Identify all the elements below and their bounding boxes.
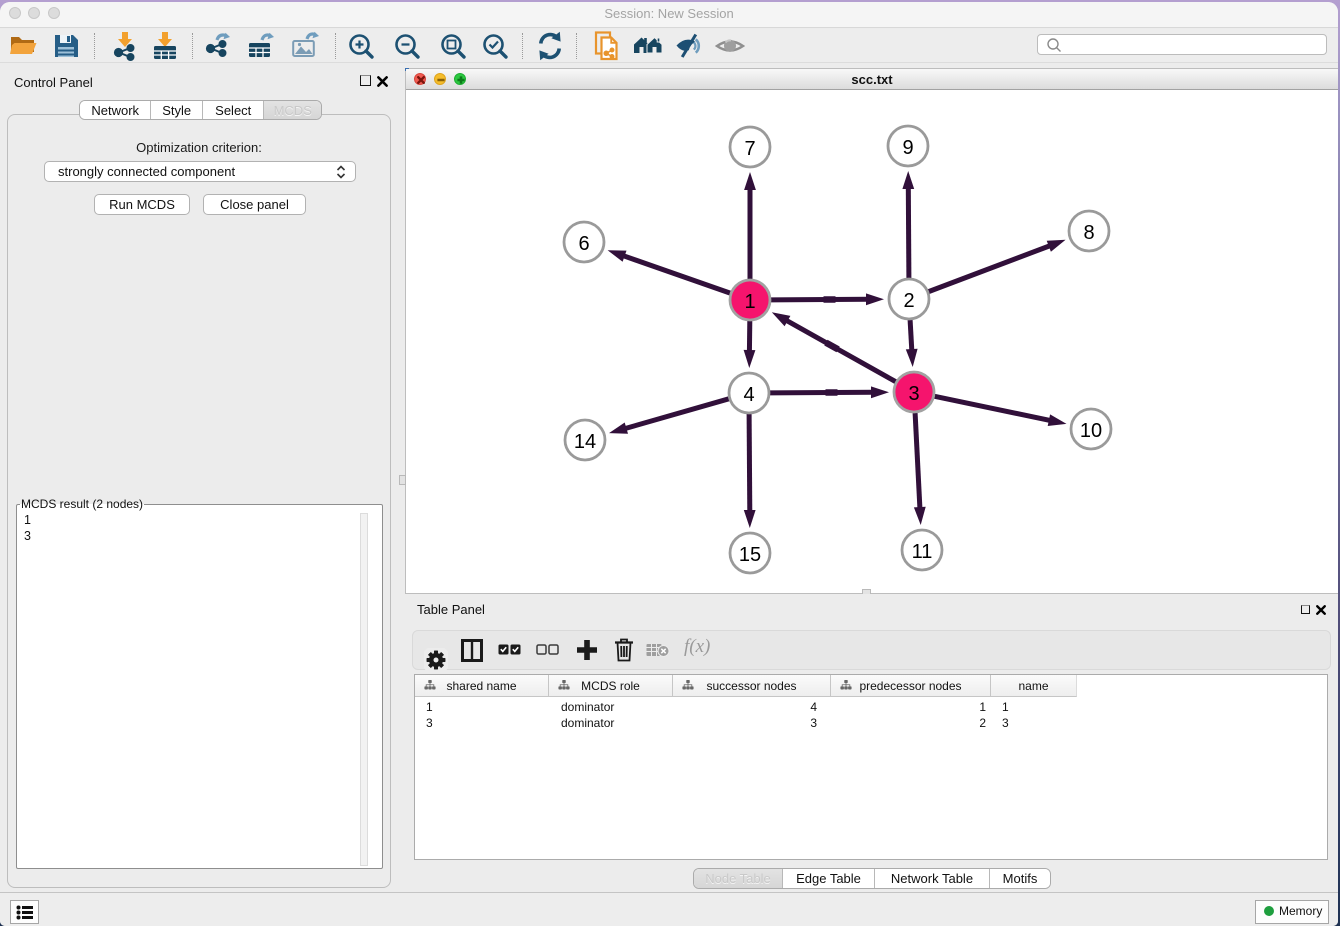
svg-text:1: 1 (744, 291, 755, 313)
svg-text:10: 10 (1080, 420, 1102, 442)
svg-text:14: 14 (574, 431, 596, 453)
svg-text:15: 15 (739, 544, 761, 566)
svg-text:6: 6 (578, 233, 589, 255)
svg-text:8: 8 (1083, 222, 1094, 244)
svg-text:7: 7 (744, 138, 755, 160)
svg-text:11: 11 (912, 541, 933, 563)
svg-text:4: 4 (743, 384, 754, 406)
svg-text:2: 2 (903, 290, 914, 312)
svg-text:3: 3 (908, 383, 919, 405)
svg-text:9: 9 (902, 137, 913, 159)
